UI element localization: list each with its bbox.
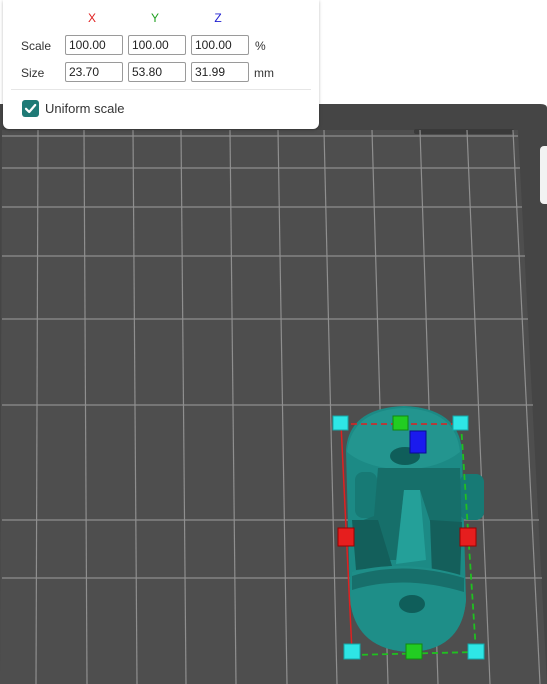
corner-handle-bottom-right[interactable]	[467, 643, 485, 660]
scale-unit: %	[255, 39, 266, 53]
corner-handle-bottom-left[interactable]	[343, 643, 361, 660]
side-toolbar-edge[interactable]	[540, 146, 547, 204]
axis-x-label: X	[87, 11, 96, 25]
axis-z-label: Z	[214, 11, 222, 25]
scale-panel: X Y Z Scale % Size mm Uniform scale	[3, 0, 319, 129]
left-tab	[355, 472, 377, 518]
checkmark-icon	[24, 103, 37, 114]
uniform-scale-checkbox[interactable]	[22, 100, 39, 117]
uniform-scale-label[interactable]: Uniform scale	[45, 101, 124, 116]
y-handle-bottom[interactable]	[405, 643, 423, 660]
x-handle-left[interactable]	[337, 527, 355, 547]
size-x-input[interactable]	[65, 62, 123, 82]
size-z-input[interactable]	[191, 62, 249, 82]
scale-x-input[interactable]	[65, 35, 123, 55]
scale-row-label: Scale	[21, 39, 52, 53]
x-handle-right[interactable]	[459, 527, 477, 547]
corner-handle-top-left[interactable]	[332, 415, 349, 431]
right-tab	[460, 474, 484, 520]
scale-y-input[interactable]	[128, 35, 186, 55]
size-unit: mm	[254, 66, 274, 80]
axis-y-label: Y	[150, 11, 159, 25]
panel-divider	[11, 89, 311, 90]
plate-far-edge	[414, 129, 514, 134]
y-handle-top[interactable]	[392, 415, 409, 431]
scale-z-input[interactable]	[191, 35, 249, 55]
size-row-label: Size	[21, 66, 45, 80]
size-y-input[interactable]	[128, 62, 186, 82]
corner-handle-top-right[interactable]	[452, 415, 469, 431]
z-handle[interactable]	[409, 430, 427, 454]
bottom-hole	[399, 595, 425, 613]
